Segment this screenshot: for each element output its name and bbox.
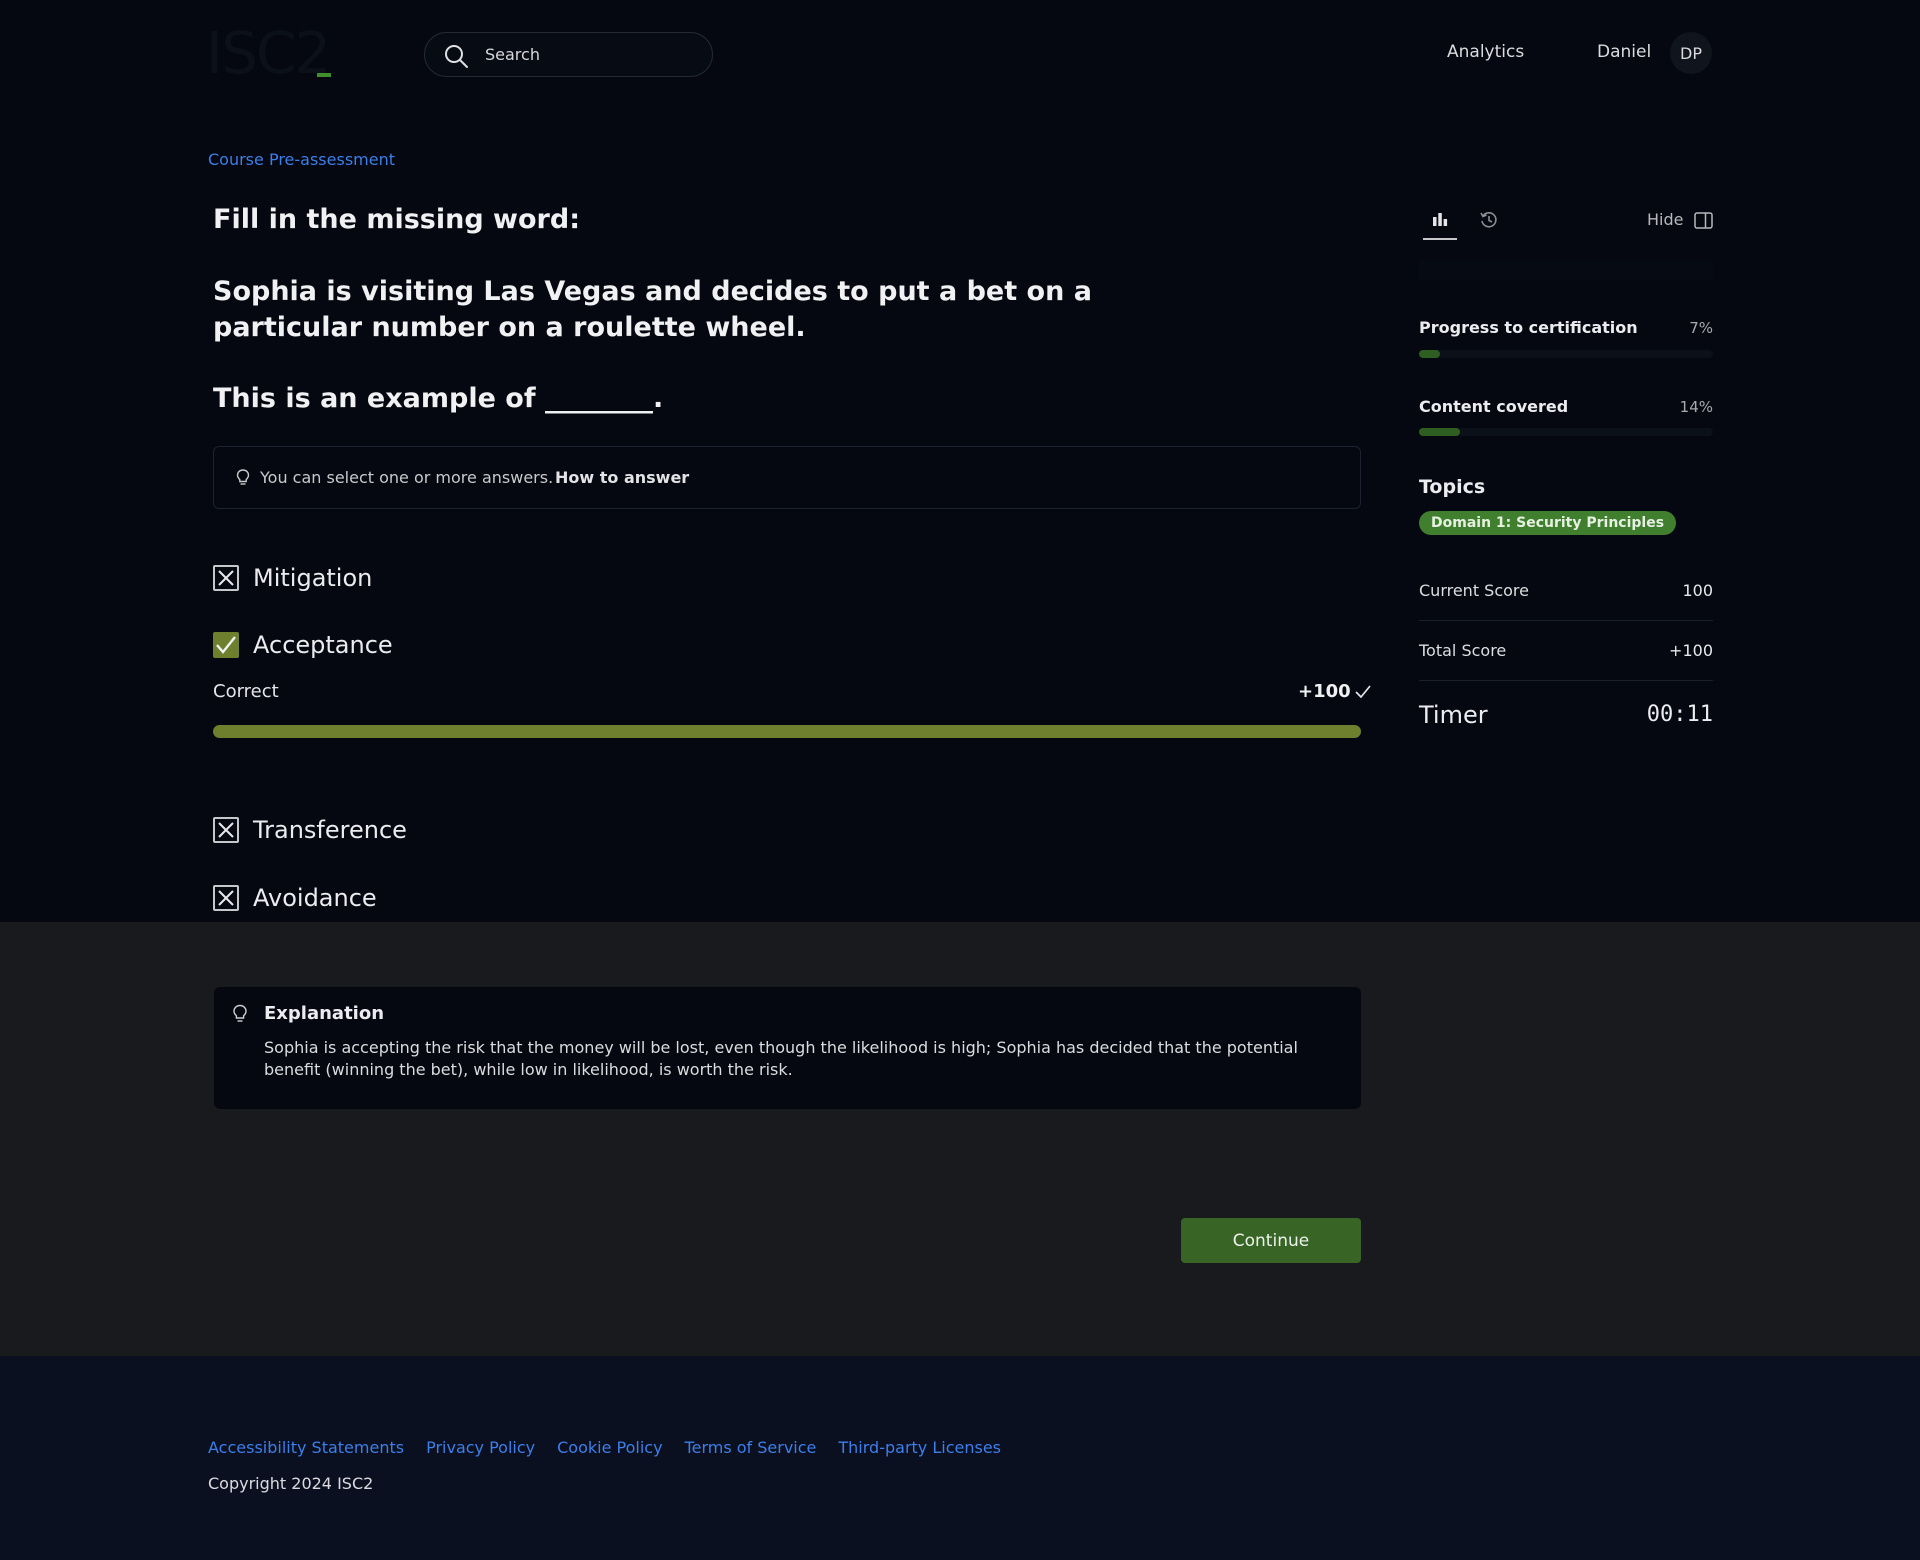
result-label: Correct: [213, 681, 279, 702]
result-progress-bar: [213, 725, 1361, 738]
timer-label: Timer: [1419, 701, 1488, 729]
timer-value: 00:11: [1646, 702, 1713, 727]
current-score-value: 100: [1682, 581, 1713, 600]
checkbox-incorrect[interactable]: [213, 817, 239, 843]
copyright: Copyright 2024 ISC2: [208, 1474, 374, 1493]
question-title: Fill in the missing word:: [213, 204, 580, 235]
lightbulb-icon: [236, 469, 250, 485]
progress-label: Progress to certification: [1419, 318, 1638, 337]
answer-option[interactable]: Acceptance: [213, 630, 393, 660]
sidebar-divider-band: [1419, 260, 1713, 280]
footer-links: Accessibility Statements Privacy Policy …: [208, 1438, 1001, 1457]
question-example: This is an example of ________.: [213, 383, 664, 414]
x-icon: [218, 890, 234, 906]
x-icon: [218, 822, 234, 838]
hide-sidebar-button[interactable]: Hide: [1647, 210, 1683, 229]
top-header: ISC2 Search Analytics Daniel DP: [0, 0, 1920, 108]
content-covered-percent: 14%: [1679, 398, 1713, 416]
current-score-row: Current Score 100: [1419, 581, 1713, 600]
explanation-box: Explanation Sophia is accepting the risk…: [214, 987, 1361, 1109]
logo[interactable]: ISC2: [206, 24, 331, 82]
nav-analytics-link[interactable]: Analytics: [1447, 42, 1524, 62]
search-placeholder: Search: [485, 45, 540, 64]
topics-title: Topics: [1419, 476, 1486, 498]
breadcrumb[interactable]: Course Pre-assessment: [208, 150, 395, 169]
option-label: Transference: [253, 816, 407, 844]
option-label: Mitigation: [253, 564, 373, 592]
check-icon: [216, 636, 236, 654]
result-points-value: +100: [1298, 681, 1351, 702]
sidebar-tabs: Hide: [1419, 200, 1713, 260]
answer-option[interactable]: Mitigation: [213, 563, 372, 593]
footer-link-cookie[interactable]: Cookie Policy: [557, 1438, 662, 1457]
total-score-row: Total Score +100: [1419, 641, 1713, 660]
check-icon: [1355, 684, 1371, 698]
user-name[interactable]: Daniel: [1597, 42, 1651, 62]
how-to-answer-link[interactable]: How to answer: [555, 468, 689, 487]
footer-link-licenses[interactable]: Third-party Licenses: [838, 1438, 1001, 1457]
answer-option[interactable]: Avoidance: [213, 883, 377, 913]
lightbulb-icon: [233, 1004, 247, 1022]
answer-option[interactable]: Transference: [213, 815, 407, 845]
divider: [1419, 620, 1713, 621]
checkbox-correct[interactable]: [213, 632, 239, 658]
option-label: Acceptance: [253, 631, 393, 659]
checkbox-incorrect[interactable]: [213, 885, 239, 911]
result-points: +100: [1298, 681, 1371, 702]
total-score-value: +100: [1669, 641, 1713, 660]
divider: [1419, 680, 1713, 681]
progress-percent: 7%: [1689, 319, 1713, 337]
total-score-label: Total Score: [1419, 641, 1507, 660]
x-icon: [218, 570, 234, 586]
explanation-title: Explanation: [264, 1003, 385, 1024]
footer-link-accessibility[interactable]: Accessibility Statements: [208, 1438, 404, 1457]
current-score-label: Current Score: [1419, 581, 1529, 600]
active-tab-indicator: [1423, 238, 1457, 240]
question-body: Sophia is visiting Las Vegas and decides…: [213, 276, 1092, 343]
bar-chart-icon[interactable]: [1431, 210, 1449, 228]
checkbox-incorrect[interactable]: [213, 565, 239, 591]
option-label: Avoidance: [253, 884, 377, 912]
content-covered-track: [1419, 428, 1713, 436]
avatar[interactable]: DP: [1670, 32, 1712, 74]
topic-badge[interactable]: Domain 1: Security Principles: [1419, 511, 1677, 535]
progress-track: [1419, 350, 1713, 358]
history-icon[interactable]: [1479, 210, 1499, 230]
content-covered-label: Content covered: [1419, 397, 1569, 416]
sidebar-panel-icon[interactable]: [1694, 212, 1713, 229]
footer: Accessibility Statements Privacy Policy …: [0, 1356, 1920, 1560]
explanation-text: Sophia is accepting the risk that the mo…: [264, 1038, 1298, 1079]
logo-accent: [317, 73, 331, 77]
footer-link-terms[interactable]: Terms of Service: [685, 1438, 817, 1457]
hint-text: You can select one or more answers.: [260, 468, 554, 487]
search-input[interactable]: Search: [424, 32, 713, 77]
progress-fill: [1419, 350, 1440, 358]
footer-link-privacy[interactable]: Privacy Policy: [426, 1438, 535, 1457]
content-covered-fill: [1419, 428, 1461, 436]
search-icon: [445, 45, 468, 68]
continue-button[interactable]: Continue: [1181, 1218, 1361, 1263]
hint-box: You can select one or more answers. How …: [213, 446, 1361, 509]
